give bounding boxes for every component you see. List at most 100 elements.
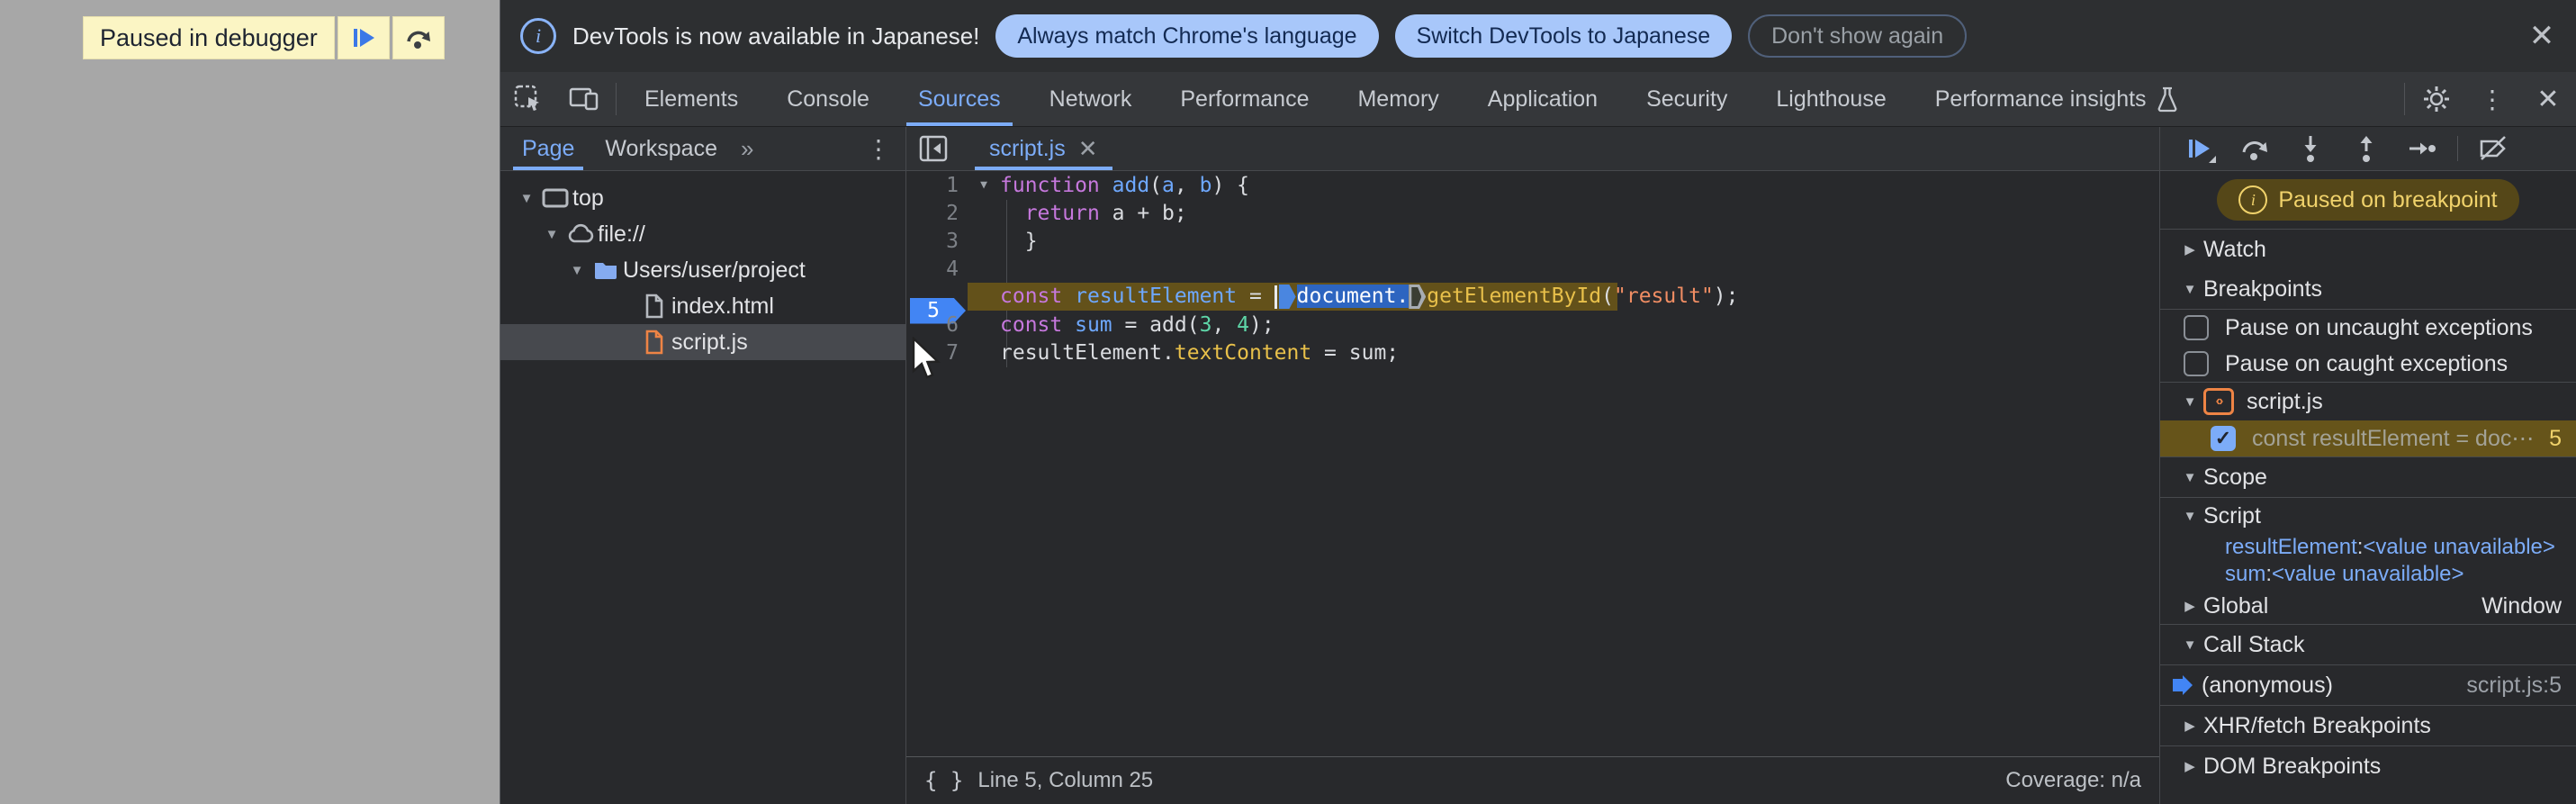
checkbox[interactable] [2184,351,2209,376]
section-expander-icon: ▶ [2184,242,2195,257]
code-editor[interactable]: 1 ▼ function add(a, b) {2 return a + b; 3 }… [906,171,2159,756]
tree-expander-icon[interactable]: ▼ [515,191,538,206]
code-line-6[interactable]: 6 const sum = add(3, 4); [906,311,2159,339]
dont-show-again-button[interactable]: Don't show again [1748,14,1968,58]
line-number[interactable]: 4 [906,257,968,281]
tab-console[interactable]: Console [762,72,894,126]
section-script-js[interactable]: ▼ ‹› script.js [2160,383,2576,420]
flask-icon [2156,86,2179,113]
switch-devtools-japanese-button[interactable]: Switch DevTools to Japanese [1394,14,1733,58]
line-number[interactable]: 2 [906,202,968,225]
section-dom-breakpoints[interactable]: ▶ DOM Breakpoints [2160,746,2576,786]
tab-page[interactable]: Page [513,127,584,170]
line-number[interactable]: 1 [906,174,968,197]
checkbox[interactable] [2184,315,2209,340]
resume-icon[interactable] [2175,129,2223,168]
breakpoint-checkbox[interactable]: ✓ [2211,426,2236,451]
more-tabs-icon[interactable]: » [741,135,753,163]
checkbox-row-pause-on-uncaught-exceptions[interactable]: Pause on uncaught exceptions [2160,310,2576,346]
device-toolbar-icon[interactable] [556,72,612,126]
tree-item-script-js[interactable]: script.js [500,324,905,360]
tree-expander-icon[interactable]: ▼ [540,227,563,242]
navigator-menu-icon[interactable]: ⋮ [866,134,891,164]
code-text[interactable]: return a + b; [1000,202,1187,225]
step-into-icon[interactable] [2286,129,2335,168]
code-line-4[interactable]: 4 [906,255,2159,283]
section-script[interactable]: ▼ Script [2160,498,2576,534]
code-line-7[interactable]: 7 resultElement.textContent = sum; [906,339,2159,366]
inline-breakpoint-marker-inactive[interactable] [1409,285,1427,309]
code-line-3[interactable]: 3 } [906,227,2159,255]
tree-item-users-user-project[interactable]: ▼ Users/user/project [500,252,905,288]
step-over-button[interactable] [392,16,445,59]
tree-expander-icon[interactable]: ▼ [565,263,589,278]
line-number[interactable]: 3 [906,230,968,253]
tab-network[interactable]: Network [1025,72,1157,126]
tab-label: Memory [1357,86,1439,112]
always-match-language-button[interactable]: Always match Chrome's language [995,14,1379,58]
language-infobar: i DevTools is now available in Japanese!… [500,0,2576,72]
inspect-icon[interactable] [500,72,556,126]
tab-sources[interactable]: Sources [894,72,1025,126]
tab-label: Performance [1180,86,1310,112]
code-line-2[interactable]: 2 return a + b; [906,199,2159,227]
code-token: , [1174,173,1200,197]
editor-statusbar: { } Line 5, Column 25 Coverage: n/a [906,756,2159,804]
tab-security[interactable]: Security [1622,72,1752,126]
tree-item-file-[interactable]: ▼ file:// [500,216,905,252]
infobar-close-icon[interactable]: ✕ [2515,18,2569,54]
section-xhr-fetch-breakpoints[interactable]: ▶ XHR/fetch Breakpoints [2160,706,2576,745]
editor-tab-scriptjs[interactable]: script.js ✕ [975,127,1112,170]
show-navigator-icon[interactable] [906,133,960,164]
resume-script-button[interactable] [337,16,390,59]
editor-tab-close-icon[interactable]: ✕ [1078,135,1098,163]
tab-application[interactable]: Application [1464,72,1622,126]
section-watch[interactable]: ▶ Watch [2160,230,2576,269]
code-token: textContent [1174,340,1312,365]
section-expander-icon: ▼ [2183,393,2197,410]
checkbox-row-pause-on-caught-exceptions[interactable]: Pause on caught exceptions [2160,346,2576,382]
tab-memory[interactable]: Memory [1333,72,1463,126]
file-tree: ▼ top ▼ file:// ▼ Users/user/project index.htm… [500,171,905,360]
more-menu-icon[interactable]: ⋮ [2464,72,2520,126]
tree-item-index-html[interactable]: index.html [500,288,905,324]
deactivate-breakpoints-icon[interactable] [2469,129,2517,168]
step-out-icon[interactable] [2342,129,2391,168]
section-breakpoints[interactable]: ▼ Breakpoints [2160,269,2576,309]
section-label: Script [2203,502,2261,528]
code-token: ); [1249,312,1274,337]
tab-label: Sources [917,86,1001,112]
code-text[interactable]: resultElement.textContent = sum; [1000,341,1399,365]
code-text[interactable]: } [1000,230,1038,253]
fold-marker-icon[interactable]: ▼ [968,178,1000,192]
section-call-stack[interactable]: ▼ Call Stack [2160,625,2576,664]
settings-gear-icon[interactable] [2409,72,2464,126]
code-text[interactable]: function add(a, b) { [1000,174,1249,197]
code-line-1[interactable]: 1 ▼ function add(a, b) { [906,171,2159,199]
screenshot-root: Paused in debugger i DevTools is now ava… [0,0,2576,804]
code-token: getElementById [1427,285,1602,308]
tab-lighthouse[interactable]: Lighthouse [1752,72,1910,126]
breakpoint-entry[interactable]: ✓ const resultElement = doc⋯ 5 [2160,420,2576,456]
close-icon[interactable]: ✕ [2520,72,2576,126]
inline-breakpoint-marker-active[interactable] [1278,285,1296,309]
tab-elements[interactable]: Elements [620,72,762,126]
tab-performance[interactable]: Performance [1156,72,1333,126]
code-token: a + b; [1099,201,1187,225]
tab-label: Performance insights [1934,86,2147,112]
tab-workspace[interactable]: Workspace [596,127,726,170]
pretty-print-icon[interactable]: { } [924,768,963,793]
step-icon[interactable] [2398,129,2446,168]
section-right-value: Window [2481,592,2562,619]
section-scope[interactable]: ▼ Scope [2160,457,2576,497]
line-number[interactable]: 6 [906,313,968,337]
tab-performance-insights[interactable]: Performance insights [1911,72,2203,126]
editor-panel: script.js ✕ 1 ▼ function add(a, b) {2 retu… [906,127,2160,804]
tree-item-top[interactable]: ▼ top [500,180,905,216]
step-over-icon[interactable] [2230,129,2279,168]
code-text[interactable]: const sum = add(3, 4); [1000,313,1274,337]
section-global[interactable]: ▶ Global Window [2160,588,2576,624]
code-line-5[interactable]: 5 const resultElement = document. getEleme… [906,283,2159,324]
code-text[interactable]: const resultElement = document. getElemen… [1000,285,1739,309]
callstack-frame--anonymous-[interactable]: (anonymous) script.js:5 [2160,665,2576,705]
